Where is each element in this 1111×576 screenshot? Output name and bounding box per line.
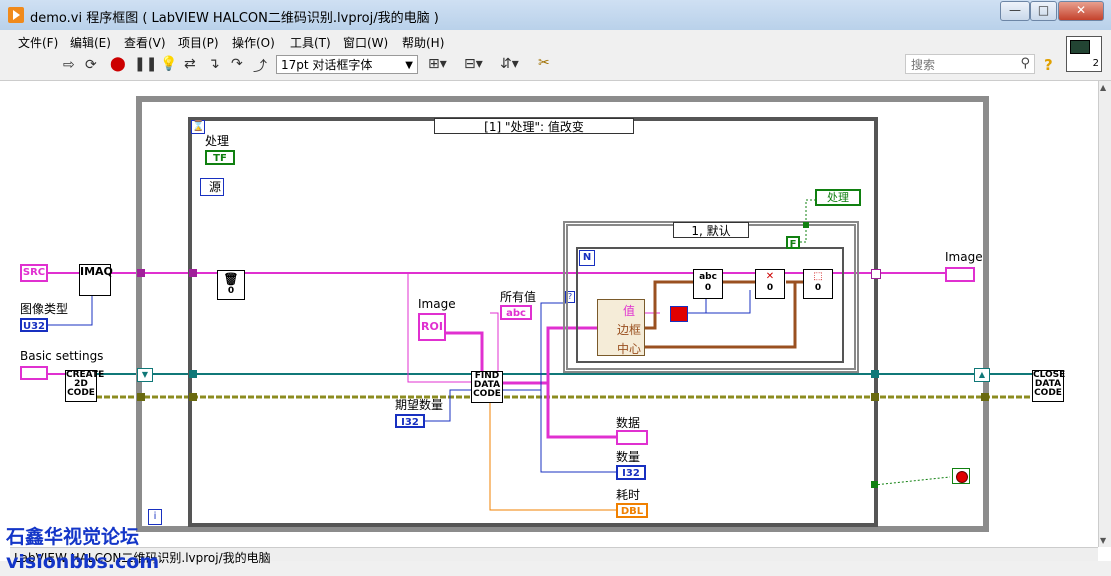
image-in-label: Image [418,297,456,311]
time-indicator[interactable]: DBL [616,503,648,518]
shift-register-left: ▼ [137,368,153,382]
watermark-title: 石鑫华视觉论坛 [6,526,140,548]
create-2d-code-node[interactable]: CREATE 2D CODE [65,370,104,402]
inner-case-selector[interactable]: 1, 默认 [673,222,749,238]
disp-cross-node[interactable]: ✕ 0 [755,269,785,299]
imaq-node[interactable]: IMAQ [79,264,113,296]
loop-count-terminal: N [579,250,595,266]
watermark-url: visionbbs.com [6,551,160,573]
disp-text-node[interactable]: abc 0 [693,269,723,299]
unbundle-center: 中心 [617,342,642,356]
color-constant[interactable] [670,306,688,322]
basic-settings-label: Basic settings [20,349,104,363]
stop-button-terminal[interactable] [952,468,970,484]
event-timeout-icon: ⌛ [191,120,205,134]
event-tunnel-handle-right [871,370,879,378]
tunnel-image-left [137,269,145,277]
event-tunnel-image-right [871,269,881,279]
iteration-terminal: i [148,509,162,525]
expected-count-label: 期望数量 [395,398,444,412]
close-data-code-node[interactable]: CLOSE DATA CODE [1032,370,1065,402]
event-case-selector[interactable]: [1] "处理": 值改变 [434,118,634,134]
image-dispose-index: 0 [227,286,235,296]
trash-icon: 🗑 [223,272,239,286]
source-node[interactable]: 源 [200,178,224,196]
unbundle-value: 值 [623,304,636,318]
basic-settings-control[interactable] [20,366,48,380]
event-tunnel-error-right [871,393,879,401]
find-data-code-node[interactable]: FIND DATA CODE [471,371,503,403]
disp-text-index: 0 [704,283,712,293]
event-case-selector-label: [1] "处理": 值改变 [484,120,584,134]
src-control[interactable]: SRC [20,264,48,282]
chuli-local-variable[interactable]: 处理 [815,189,861,206]
image-type-control[interactable]: U32 [20,318,48,332]
time-label: 耗时 [616,488,641,502]
tunnel-error-left [137,393,145,401]
imaq-label: IMAQ [80,265,113,278]
bool-tunnel [803,222,809,228]
chuli-label: 处理 [205,134,230,148]
disp-cross-index: 0 [766,283,774,293]
shift-register-right: ▲ [974,368,990,382]
all-values-label: 所有值 [500,290,537,304]
region-icon: ⬚ [813,271,823,282]
disp-text-label: abc [699,272,717,282]
chuli-bool-terminal[interactable]: TF [205,150,235,165]
data-label: 数据 [616,416,641,430]
roi-control[interactable]: ROI [418,313,446,341]
event-tunnel-image-left [189,269,197,277]
image-dispose-node[interactable]: 🗑 0 [217,270,245,300]
stop-icon [956,471,968,483]
unbundle-edge: 边框 [617,323,642,337]
chuli-local-variable-label: 处理 [827,191,849,204]
tunnel-error-right [981,393,989,401]
cross-icon: ✕ [765,271,775,282]
disp-region-index: 0 [814,283,822,293]
count-label: 数量 [616,450,641,464]
event-tunnel-error-left [189,393,197,401]
event-tunnel-handle-left [189,370,197,378]
false-constant[interactable]: F [786,236,800,250]
data-indicator[interactable] [616,430,648,445]
image-type-label: 图像类型 [20,302,69,316]
all-values-indicator[interactable]: abc [500,305,532,320]
image-out-label: Image [945,250,983,264]
disp-region-node[interactable]: ⬚ 0 [803,269,833,299]
inner-case-selector-label: 1, 默认 [691,224,731,238]
image-out-indicator[interactable] [945,267,975,282]
expected-count-control[interactable]: I32 [395,414,425,428]
event-tunnel-bool-right [871,481,878,488]
count-indicator[interactable]: I32 [616,465,646,480]
